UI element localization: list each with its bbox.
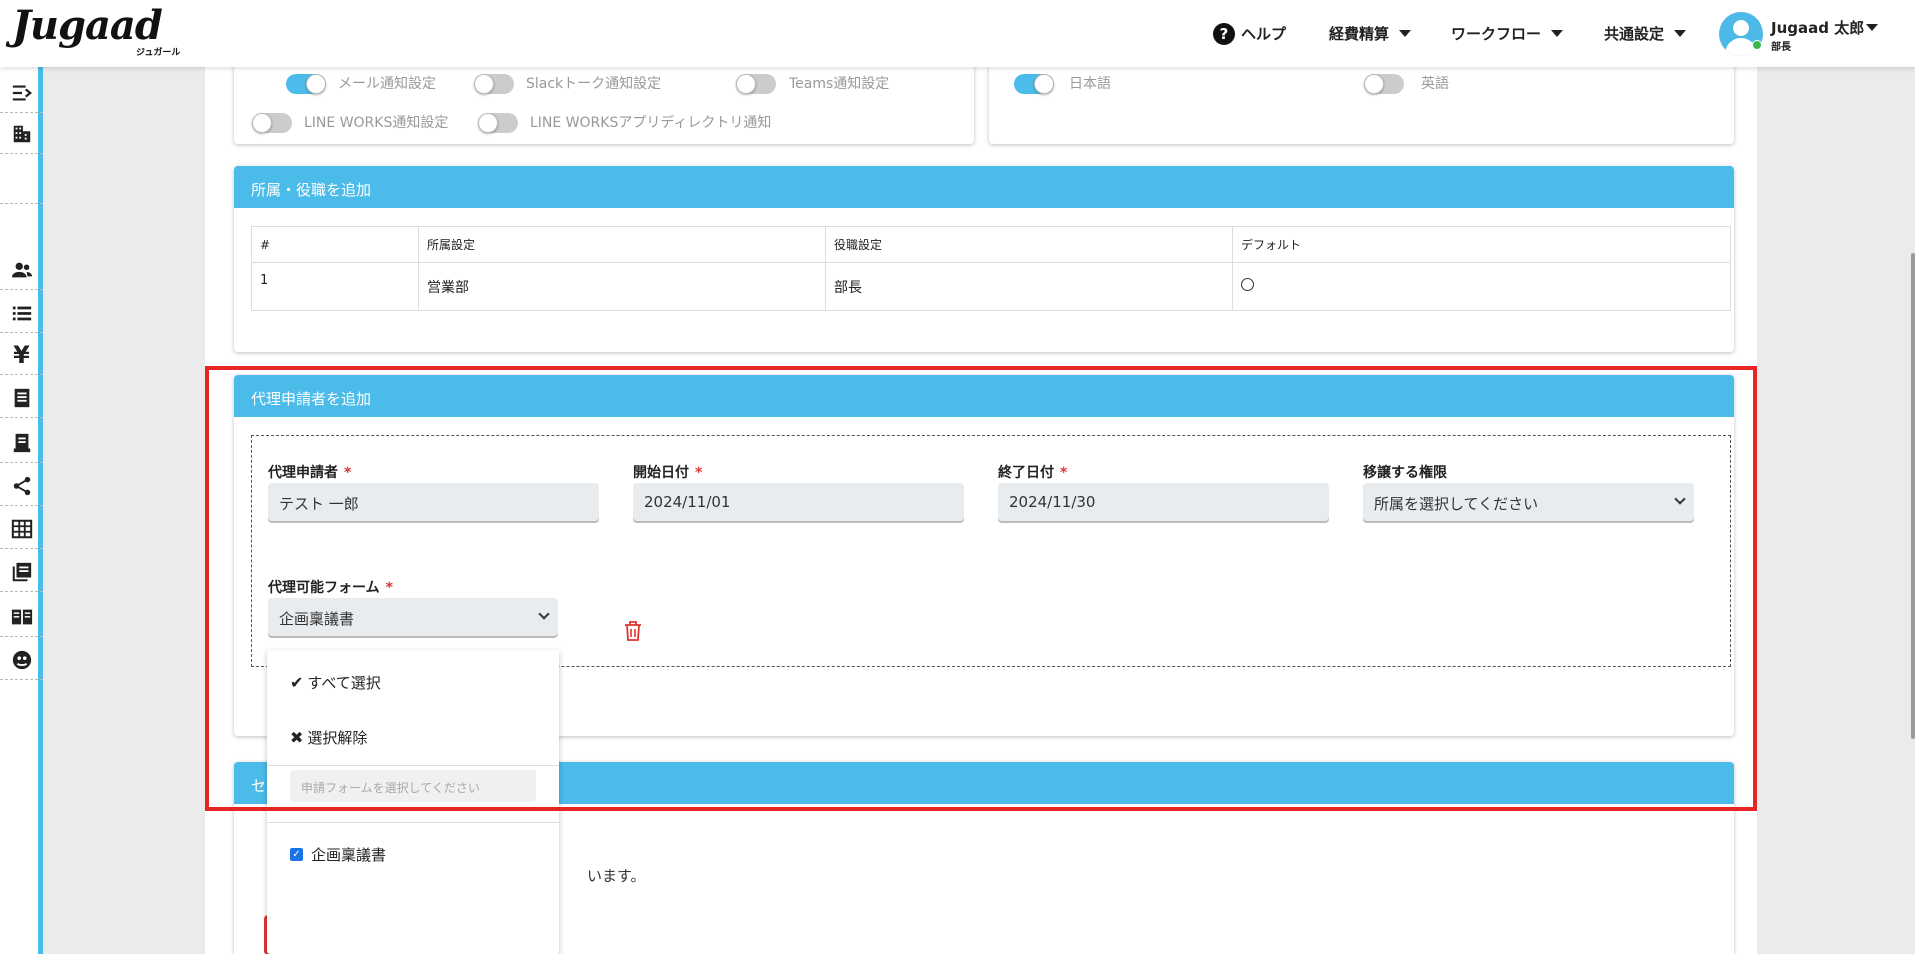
forms-select-value: 企画稟議書 — [279, 610, 355, 628]
dropdown-divider — [267, 822, 559, 823]
form-option-label: 企画稟議書 — [311, 846, 387, 864]
document-icon[interactable] — [0, 423, 43, 463]
dropdown-divider — [267, 765, 559, 766]
col-position: 役職設定 — [825, 226, 1233, 263]
end-date-label: 終了日付 * — [998, 465, 1068, 481]
close-icon: ✖ — [290, 728, 304, 747]
teams-notification-label: Teams通知設定 — [789, 76, 890, 92]
common-settings-menu[interactable]: 共通設定 — [1604, 0, 1687, 67]
check-icon: ✔ — [290, 673, 304, 692]
row-default — [1232, 262, 1731, 311]
email-notification-label: メール通知設定 — [338, 76, 436, 92]
affiliation-table: # 所属設定 役職設定 デフォルト 1 営業部 部長 — [251, 226, 1731, 311]
authority-select-value: 所属を選択してください — [1374, 495, 1539, 513]
start-date-field[interactable]: 2024/11/01 — [633, 483, 964, 523]
slack-notification-toggle[interactable] — [474, 74, 514, 94]
caret-down-icon[interactable] — [1866, 24, 1878, 31]
expense-label: 経費精算 — [1329, 25, 1390, 43]
online-status-indicator — [1752, 40, 1762, 50]
workflow-menu[interactable]: ワークフロー — [1451, 0, 1564, 67]
proxy-entry-box: 代理申請者 * テスト 一郎 開始日付 * 2024/11/01 終了日付 * 202… — [251, 435, 1731, 667]
caret-down-icon — [1674, 30, 1687, 37]
sidebar-spacer — [0, 154, 43, 204]
forms-select[interactable]: 企画稟議書 — [268, 598, 558, 638]
forms-label: 代理可能フォーム * — [268, 580, 393, 596]
authority-select[interactable]: 所属を選択してください — [1363, 483, 1694, 523]
form-option-kikaku[interactable]: ✓ 企画稟議書 — [290, 844, 386, 865]
select-all-option[interactable]: ✔ すべて選択 — [290, 672, 381, 693]
table-row: 1 営業部 部長 — [251, 262, 1731, 311]
users-icon[interactable] — [0, 250, 43, 290]
manual-book-icon[interactable] — [0, 597, 43, 637]
english-toggle[interactable] — [1364, 74, 1404, 94]
yen-icon[interactable]: ¥ — [0, 335, 43, 375]
chevron-down-icon — [538, 608, 550, 620]
top-navbar: Jugaad ジュガール ? ヘルプ 経費精算 ワークフロー 共通設定 Juga… — [0, 0, 1915, 67]
default-radio[interactable] — [1241, 278, 1254, 291]
next-section-text: います。 — [587, 867, 646, 885]
user-name[interactable]: Jugaad 太郎 — [1771, 17, 1864, 38]
lineworks-notification-toggle[interactable] — [252, 113, 292, 133]
lineworks-app-directory-toggle[interactable] — [478, 113, 518, 133]
app-logo[interactable]: Jugaad ジュガール — [12, 2, 180, 59]
checkbox-checked-icon[interactable]: ✓ — [290, 848, 303, 861]
question-icon: ? — [1213, 22, 1235, 45]
help-menu[interactable]: ? ヘルプ — [1213, 0, 1286, 67]
forms-dropdown-menu: ✔ すべて選択 ✖ 選択解除 申請フォームを選択してください ✓ 企画稟議書 — [267, 650, 559, 954]
deselect-option[interactable]: ✖ 選択解除 — [290, 727, 367, 748]
sidebar: ¥ — [0, 67, 43, 954]
chevron-down-icon — [1674, 493, 1686, 505]
row-position: 部長 — [825, 262, 1233, 311]
form-search-input[interactable]: 申請フォームを選択してください — [290, 770, 536, 802]
share-icon[interactable] — [0, 466, 43, 506]
trash-icon[interactable] — [623, 620, 643, 642]
row-department: 営業部 — [418, 262, 826, 311]
affiliation-card-header: 所属・役職を追加 — [234, 166, 1734, 208]
lineworks-notification-label: LINE WORKS通知設定 — [304, 115, 449, 131]
japanese-label: 日本語 — [1069, 76, 1111, 92]
applicant-label: 代理申請者 * — [268, 465, 352, 481]
slack-notification-label: Slackトーク通知設定 — [526, 76, 662, 92]
expense-menu[interactable]: 経費精算 — [1329, 0, 1412, 67]
col-department: 所属設定 — [418, 226, 826, 263]
receipt-icon[interactable] — [0, 378, 43, 418]
japanese-toggle[interactable] — [1014, 74, 1054, 94]
email-notification-toggle[interactable] — [286, 74, 326, 94]
authority-label: 移譲する権限 — [1363, 465, 1447, 481]
english-label: 英語 — [1421, 76, 1449, 92]
table-header-row: # 所属設定 役職設定 デフォルト — [251, 226, 1731, 263]
teams-notification-toggle[interactable] — [736, 74, 776, 94]
deselect-label: 選択解除 — [307, 729, 368, 747]
caret-down-icon — [1399, 30, 1412, 37]
table-icon[interactable] — [0, 509, 43, 549]
common-settings-label: 共通設定 — [1604, 25, 1665, 43]
page-scrollbar[interactable] — [1911, 253, 1915, 739]
list-icon[interactable] — [0, 293, 43, 333]
select-all-label: すべて選択 — [307, 674, 381, 692]
help-label: ヘルプ — [1241, 25, 1287, 43]
workflow-label: ワークフロー — [1451, 25, 1542, 43]
proxy-card-header: 代理申請者を追加 — [234, 375, 1734, 417]
col-number: # — [251, 226, 419, 263]
logo-subtext: ジュガール — [136, 48, 181, 58]
col-default: デフォルト — [1232, 226, 1731, 263]
applicant-field[interactable]: テスト 一郎 — [268, 483, 599, 523]
logo-text: Jugaad — [12, 2, 163, 49]
affiliation-card: 所属・役職を追加 # 所属設定 役職設定 デフォルト 1 営業部 部長 — [234, 166, 1734, 352]
lineworks-app-directory-label: LINE WORKSアプリディレクトリ通知 — [530, 115, 772, 131]
support-icon[interactable] — [0, 640, 43, 680]
building-icon[interactable] — [0, 114, 43, 154]
end-date-field[interactable]: 2024/11/30 — [998, 483, 1329, 523]
library-icon[interactable] — [0, 552, 43, 592]
caret-down-icon — [1551, 30, 1564, 37]
user-role: 部長 — [1771, 42, 1791, 53]
sidebar-toggle-icon[interactable] — [0, 73, 43, 113]
row-number: 1 — [251, 262, 419, 311]
start-date-label: 開始日付 * — [633, 465, 703, 481]
